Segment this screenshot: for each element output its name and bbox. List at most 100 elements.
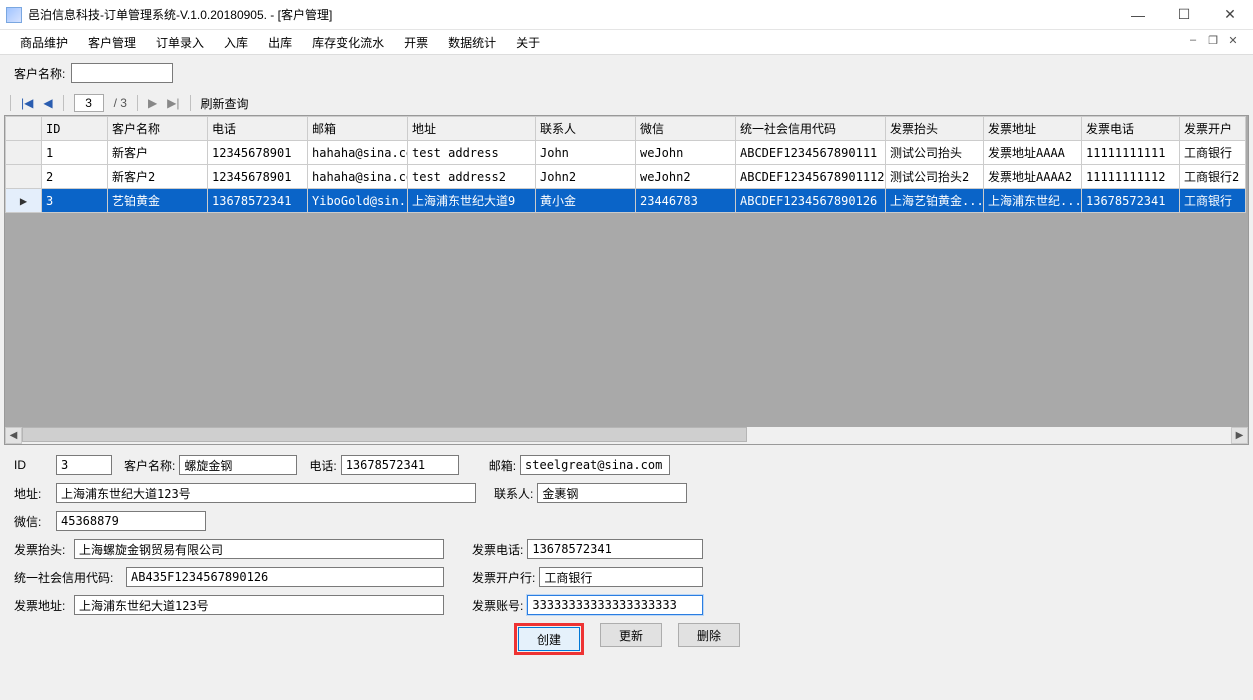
cell-contact[interactable]: John [536, 141, 636, 165]
menu-stock-in[interactable]: 入库 [214, 31, 258, 54]
cell-addr[interactable]: test address2 [408, 165, 536, 189]
window-title: 邑泊信息科技-订单管理系统-V.1.0.20180905. - [客户管理] [28, 6, 332, 23]
contact-field[interactable] [537, 483, 687, 503]
mdi-minimize-button[interactable]: – [1183, 34, 1203, 46]
cell-inv_head[interactable]: 上海艺铂黄金... [886, 189, 984, 213]
cell-mail[interactable]: YiboGold@sin... [308, 189, 408, 213]
cell-id[interactable]: 3 [42, 189, 108, 213]
cell-wx[interactable]: weJohn2 [636, 165, 736, 189]
cell-addr[interactable]: 上海浦东世纪大道9 [408, 189, 536, 213]
addr-label: 地址: [14, 485, 56, 502]
col-inv-bank[interactable]: 发票开户 [1180, 117, 1246, 141]
col-tel[interactable]: 电话 [208, 117, 308, 141]
cell-name[interactable]: 新客户2 [108, 165, 208, 189]
menu-bar: 商品维护 客户管理 订单录入 入库 出库 库存变化流水 开票 数据统计 关于 [0, 30, 1183, 54]
col-name[interactable]: 客户名称 [108, 117, 208, 141]
menu-stats[interactable]: 数据统计 [438, 31, 506, 54]
scroll-left-icon[interactable]: ◀ [5, 427, 22, 444]
name-field[interactable] [179, 455, 297, 475]
close-button[interactable]: ✕ [1207, 0, 1253, 30]
pager-next-button[interactable]: ▶ [148, 96, 157, 110]
col-wx[interactable]: 微信 [636, 117, 736, 141]
cell-code[interactable]: ABCDEF12345678901112 [736, 165, 886, 189]
id-field[interactable] [56, 455, 112, 475]
pager-last-button[interactable]: ▶| [167, 96, 179, 110]
cell-tel[interactable]: 12345678901 [208, 141, 308, 165]
addr-field[interactable] [56, 483, 476, 503]
update-button[interactable]: 更新 [600, 623, 662, 647]
maximize-button[interactable]: ☐ [1161, 0, 1207, 30]
cell-wx[interactable]: weJohn [636, 141, 736, 165]
cell-addr[interactable]: test address [408, 141, 536, 165]
col-inv-addr[interactable]: 发票地址 [984, 117, 1082, 141]
cell-mail[interactable]: hahaha@sina.com [308, 141, 408, 165]
col-inv-head[interactable]: 发票抬头 [886, 117, 984, 141]
menu-invoice[interactable]: 开票 [394, 31, 438, 54]
inv-head-field[interactable] [74, 539, 444, 559]
cell-tel[interactable]: 12345678901 [208, 165, 308, 189]
table-row[interactable]: 1新客户12345678901hahaha@sina.comtest addre… [6, 141, 1246, 165]
inv-bank-field[interactable] [539, 567, 703, 587]
wx-field[interactable] [56, 511, 206, 531]
scroll-thumb[interactable] [22, 427, 747, 442]
mdi-restore-button[interactable]: ❐ [1203, 34, 1223, 47]
row-indicator: ▶ [6, 189, 42, 213]
pager-first-button[interactable]: |◀ [21, 96, 33, 110]
cell-inv_bank[interactable]: 工商银行 [1180, 189, 1246, 213]
create-button[interactable]: 创建 [518, 627, 580, 651]
cell-mail[interactable]: hahaha@sina.com [308, 165, 408, 189]
col-contact[interactable]: 联系人 [536, 117, 636, 141]
table-row[interactable]: 2新客户212345678901hahaha@sina.comtest addr… [6, 165, 1246, 189]
col-id[interactable]: ID [42, 117, 108, 141]
minimize-button[interactable]: — [1115, 0, 1161, 30]
col-code[interactable]: 统一社会信用代码 [736, 117, 886, 141]
cell-inv_tel[interactable]: 11111111111 [1082, 141, 1180, 165]
pager-prev-button[interactable]: ◀ [43, 96, 52, 110]
mdi-close-button[interactable]: ✕ [1223, 34, 1243, 47]
pager-total-label: / 3 [114, 96, 127, 110]
tel-field[interactable] [341, 455, 459, 475]
inv-tel-field[interactable] [527, 539, 703, 559]
cell-tel[interactable]: 13678572341 [208, 189, 308, 213]
cell-inv_tel[interactable]: 11111111112 [1082, 165, 1180, 189]
cell-code[interactable]: ABCDEF1234567890126 [736, 189, 886, 213]
col-mail[interactable]: 邮箱 [308, 117, 408, 141]
inv-acct-field[interactable] [527, 595, 703, 615]
cell-inv_tel[interactable]: 13678572341 [1082, 189, 1180, 213]
menu-about[interactable]: 关于 [506, 31, 550, 54]
delete-button[interactable]: 删除 [678, 623, 740, 647]
scroll-right-icon[interactable]: ▶ [1231, 427, 1248, 444]
inv-tel-label: 发票电话: [472, 541, 527, 558]
cell-inv_head[interactable]: 测试公司抬头 [886, 141, 984, 165]
cell-wx[interactable]: 23446783 [636, 189, 736, 213]
cell-inv_addr[interactable]: 上海浦东世纪... [984, 189, 1082, 213]
col-addr[interactable]: 地址 [408, 117, 536, 141]
col-inv-tel[interactable]: 发票电话 [1082, 117, 1180, 141]
cell-code[interactable]: ABCDEF1234567890111 [736, 141, 886, 165]
cell-inv_bank[interactable]: 工商银行 [1180, 141, 1246, 165]
cell-id[interactable]: 2 [42, 165, 108, 189]
cell-contact[interactable]: John2 [536, 165, 636, 189]
menu-customer[interactable]: 客户管理 [78, 31, 146, 54]
cell-inv_addr[interactable]: 发票地址AAAA2 [984, 165, 1082, 189]
customer-name-search-input[interactable] [71, 63, 173, 83]
menu-product[interactable]: 商品维护 [10, 31, 78, 54]
code-field[interactable] [126, 567, 444, 587]
menu-stock-out[interactable]: 出库 [258, 31, 302, 54]
grid-horizontal-scrollbar[interactable]: ◀ ▶ [5, 427, 1248, 444]
menu-order-entry[interactable]: 订单录入 [146, 31, 214, 54]
customer-grid[interactable]: ID 客户名称 电话 邮箱 地址 联系人 微信 统一社会信用代码 发票抬头 发票… [4, 115, 1249, 445]
table-row[interactable]: ▶3艺铂黄金13678572341YiboGold@sin...上海浦东世纪大道… [6, 189, 1246, 213]
mail-field[interactable] [520, 455, 670, 475]
cell-name[interactable]: 新客户 [108, 141, 208, 165]
cell-contact[interactable]: 黄小金 [536, 189, 636, 213]
cell-inv_bank[interactable]: 工商银行2 [1180, 165, 1246, 189]
cell-inv_addr[interactable]: 发票地址AAAA [984, 141, 1082, 165]
cell-inv_head[interactable]: 测试公司抬头2 [886, 165, 984, 189]
inv-addr-field[interactable] [74, 595, 444, 615]
pager-current-input[interactable] [74, 94, 104, 112]
cell-id[interactable]: 1 [42, 141, 108, 165]
menu-inventory-log[interactable]: 库存变化流水 [302, 31, 394, 54]
pager-refresh-button[interactable]: 刷新查询 [201, 95, 249, 112]
cell-name[interactable]: 艺铂黄金 [108, 189, 208, 213]
